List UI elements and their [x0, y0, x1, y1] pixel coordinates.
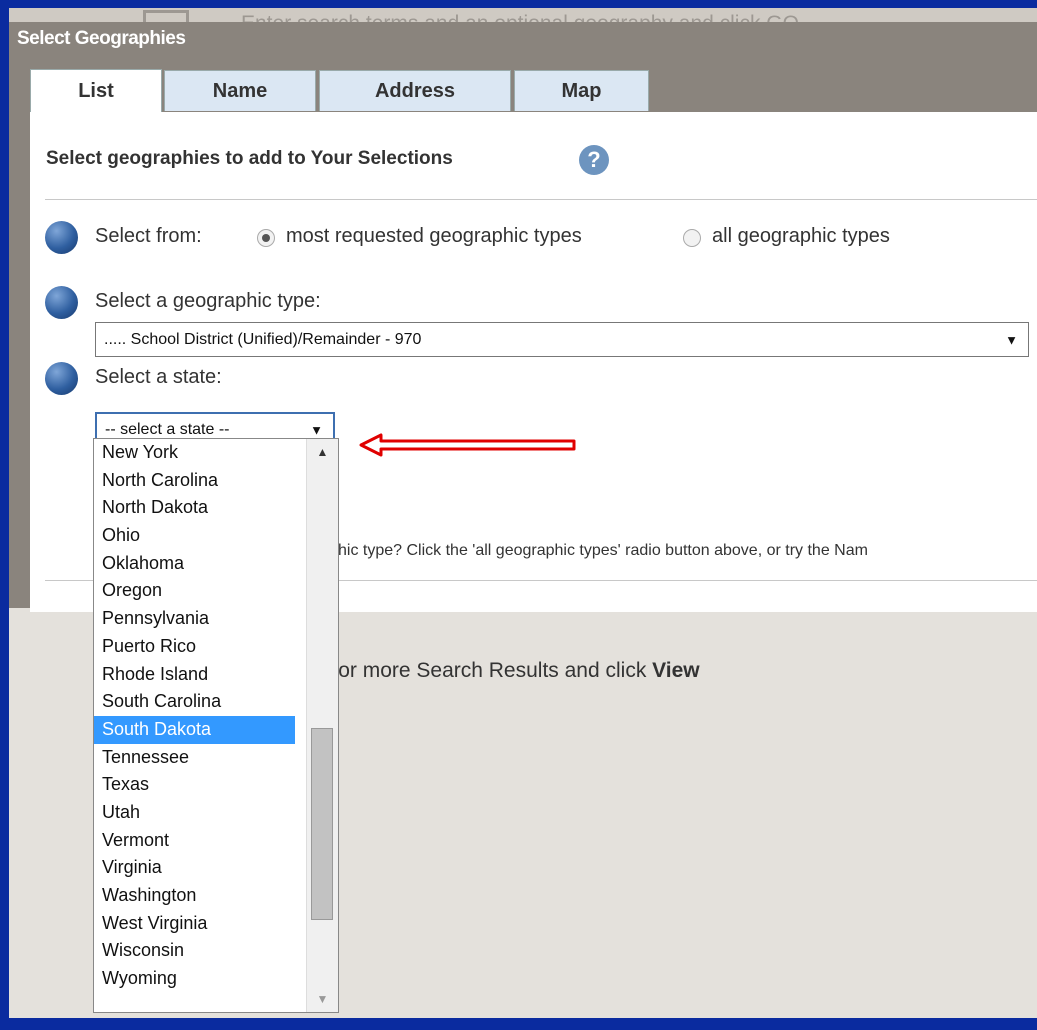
dropdown-scrollbar[interactable]: ▲ ▼ [306, 439, 338, 1012]
radio-most-requested-label[interactable]: most requested geographic types [286, 225, 582, 248]
step-bullet-icon [45, 221, 78, 254]
state-option[interactable]: Vermont [94, 827, 295, 855]
state-option[interactable]: Wyoming [94, 965, 295, 993]
state-option[interactable]: Puerto Rico [94, 633, 295, 661]
annotation-arrow-icon [359, 433, 576, 457]
state-option[interactable]: Tennessee [94, 744, 295, 772]
tab-map[interactable]: Map [514, 70, 649, 111]
state-option[interactable]: Ohio [94, 522, 295, 550]
state-option[interactable]: Washington [94, 882, 295, 910]
geo-type-value: ..... School District (Unified)/Remainde… [104, 330, 422, 348]
state-option[interactable]: West Virginia [94, 910, 295, 938]
results-instruction-text: ne or more Search Results and click [309, 659, 653, 682]
step-bullet-icon [45, 362, 78, 395]
state-option[interactable]: Pennsylvania [94, 605, 295, 633]
chevron-down-icon: ▼ [1005, 332, 1018, 347]
question-circle-icon[interactable]: ? [579, 145, 609, 175]
step-bullet-icon [45, 286, 78, 319]
radio-all-types[interactable] [683, 229, 701, 247]
state-option[interactable]: Oregon [94, 577, 295, 605]
state-option[interactable]: Oklahoma [94, 550, 295, 578]
select-from-label: Select from: [95, 225, 202, 247]
scroll-thumb[interactable] [311, 728, 333, 921]
state-option[interactable]: Virginia [94, 854, 295, 882]
state-option[interactable]: South Dakota [94, 715, 295, 744]
state-option[interactable]: North Carolina [94, 467, 295, 495]
chevron-down-icon: ▼ [310, 422, 323, 438]
dialog-title: Select Geographies [17, 28, 186, 49]
geo-type-label: Select a geographic type: [95, 290, 321, 312]
state-option[interactable]: South Carolina [94, 688, 295, 716]
state-option[interactable]: Utah [94, 799, 295, 827]
state-dropdown-list[interactable]: New York North Carolina North Dakota Ohio Ok… [93, 438, 339, 1013]
geo-type-select[interactable]: ..... School District (Unified)/Remainde… [95, 322, 1029, 357]
radio-most-requested[interactable] [257, 229, 275, 247]
tab-name[interactable]: Name [164, 70, 316, 111]
state-option[interactable]: Texas [94, 771, 295, 799]
state-option[interactable]: Rhode Island [94, 661, 295, 689]
background-results-instruction: ne or more Search Results and click View [309, 659, 700, 683]
browser-page: Enter search terms and an optional geogr… [9, 8, 1037, 1018]
dialog-heading: Select geographies to add to Your Select… [46, 148, 453, 169]
scroll-down-arrow-icon[interactable]: ▼ [307, 986, 338, 1012]
state-select-value: -- select a state -- [105, 421, 230, 438]
divider [45, 199, 1037, 200]
tab-list[interactable]: List [30, 69, 162, 113]
state-options: New York North Carolina North Dakota Ohio Ok… [94, 439, 338, 993]
hint-text: hic type? Click the 'all geographic type… [338, 542, 868, 559]
radio-all-types-label[interactable]: all geographic types [712, 225, 890, 248]
state-option[interactable]: Wisconsin [94, 937, 295, 965]
tab-address[interactable]: Address [319, 70, 511, 111]
state-label: Select a state: [95, 366, 222, 388]
scroll-up-arrow-icon[interactable]: ▲ [307, 439, 338, 465]
state-option[interactable]: New York [94, 439, 295, 467]
results-instruction-view: View [652, 659, 700, 682]
state-option[interactable]: North Dakota [94, 494, 295, 522]
